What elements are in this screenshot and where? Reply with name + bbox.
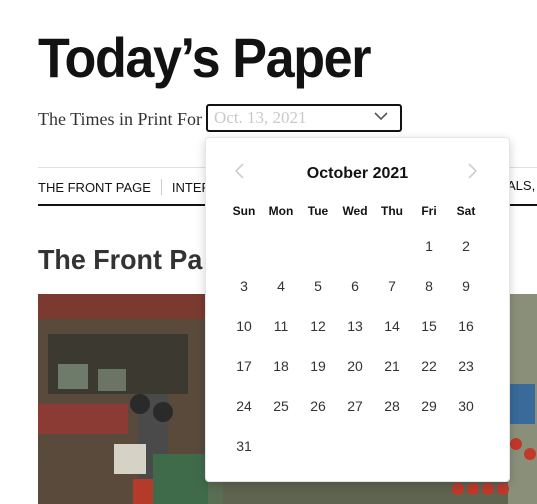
- calendar-day-8[interactable]: 8: [411, 271, 447, 301]
- date-select-value: Oct. 13, 2021: [214, 108, 307, 127]
- nav-item-partial[interactable]: ALS,: [507, 178, 535, 193]
- calendar-day-2[interactable]: 2: [448, 231, 484, 261]
- calendar-day-5[interactable]: 5: [300, 271, 336, 301]
- calendar-day-20[interactable]: 20: [337, 351, 373, 381]
- page-title: Today’s Paper: [38, 26, 371, 89]
- calendar-day-13[interactable]: 13: [337, 311, 373, 341]
- calendar-month-title: October 2021: [306, 165, 409, 182]
- weekday-header-thu: Thu: [381, 204, 403, 218]
- weekday-header-mon: Mon: [268, 204, 294, 218]
- calendar-day-19[interactable]: 19: [300, 351, 336, 381]
- date-picker-calendar: October 2021 Sun Mon Tue Wed Thu Fri Sat 1 2 3 4 5 6…: [205, 137, 510, 482]
- calendar-day-27[interactable]: 27: [337, 391, 373, 421]
- calendar-day-28[interactable]: 28: [374, 391, 410, 421]
- calendar-day-17[interactable]: 17: [226, 351, 262, 381]
- section-title: The Front Pa: [38, 244, 203, 275]
- calendar-day-31[interactable]: 31: [226, 431, 262, 461]
- nav-item-front-page[interactable]: THE FRONT PAGE: [38, 180, 151, 195]
- calendar-day-10[interactable]: 10: [226, 311, 262, 341]
- calendar-day-24[interactable]: 24: [226, 391, 262, 421]
- calendar-day-23[interactable]: 23: [448, 351, 484, 381]
- calendar-day-4[interactable]: 4: [263, 271, 299, 301]
- calendar-day-12[interactable]: 12: [300, 311, 336, 341]
- calendar-day-30[interactable]: 30: [448, 391, 484, 421]
- calendar-day-9[interactable]: 9: [448, 271, 484, 301]
- weekday-header-fri: Fri: [421, 204, 437, 218]
- calendar-day-29[interactable]: 29: [411, 391, 447, 421]
- calendar-day-25[interactable]: 25: [263, 391, 299, 421]
- nav-divider: [160, 179, 162, 195]
- weekday-header-sat: Sat: [456, 204, 476, 218]
- print-date-row: The Times in Print For: [38, 104, 202, 134]
- weekday-header-tue: Tue: [307, 204, 329, 218]
- calendar-day-3[interactable]: 3: [226, 271, 262, 301]
- weekday-header-sun: Sun: [232, 204, 256, 218]
- calendar-day-16[interactable]: 16: [448, 311, 484, 341]
- date-select[interactable]: Oct. 13, 2021: [206, 104, 402, 132]
- weekday-header-wed: Wed: [342, 204, 368, 218]
- chevron-down-icon: [374, 112, 388, 121]
- calendar-day-11[interactable]: 11: [263, 311, 299, 341]
- calendar-day-7[interactable]: 7: [374, 271, 410, 301]
- calendar-day-14[interactable]: 14: [374, 311, 410, 341]
- calendar-day-1[interactable]: 1: [411, 231, 447, 261]
- chevron-right-icon[interactable]: [467, 162, 479, 180]
- calendar-day-6[interactable]: 6: [337, 271, 373, 301]
- calendar-day-22[interactable]: 22: [411, 351, 447, 381]
- calendar-day-18[interactable]: 18: [263, 351, 299, 381]
- calendar-day-21[interactable]: 21: [374, 351, 410, 381]
- calendar-day-15[interactable]: 15: [411, 311, 447, 341]
- calendar-day-26[interactable]: 26: [300, 391, 336, 421]
- print-date-label: The Times in Print For: [38, 108, 203, 129]
